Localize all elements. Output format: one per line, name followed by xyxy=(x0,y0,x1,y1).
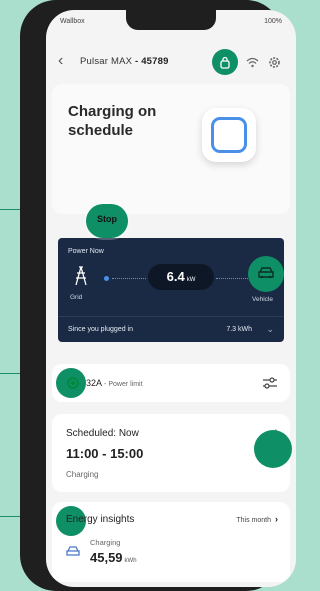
power-readout: 6.4 kW xyxy=(148,264,214,290)
phone-frame: Wallbox 100% ‹ Pulsar MAX - 45789 Chargi… xyxy=(20,0,296,591)
power-value: 6.4 xyxy=(166,269,185,284)
lock-icon xyxy=(220,56,230,69)
charging-status-card: Charging on schedule xyxy=(52,84,290,214)
insights-unit: kWh xyxy=(124,558,137,564)
power-limit-label: Power limit xyxy=(108,381,143,388)
vehicle-label: Vehicle xyxy=(252,296,273,303)
power-limit-card[interactable]: 32A - Power limit xyxy=(52,364,290,402)
car-icon xyxy=(66,546,80,556)
power-unit: kW xyxy=(186,277,196,283)
plugged-in-row[interactable]: Since you plugged in 7.3 kWh ⌄ xyxy=(58,316,284,343)
chevron-right-icon: › xyxy=(275,514,278,524)
battery-label: 100% xyxy=(264,18,282,25)
energy-insights-card[interactable]: Energy insights This month › Charging 45,… xyxy=(52,502,290,582)
sliders-icon[interactable] xyxy=(262,376,278,390)
schedule-highlight xyxy=(254,430,292,468)
power-now-panel: Power Now Grid 6.4 kW Vehicle Since you p… xyxy=(58,238,284,342)
device-id: - 45789 xyxy=(135,56,169,67)
chevron-down-icon: ⌄ xyxy=(266,324,274,334)
flow-indicator xyxy=(104,276,109,281)
insights-sublabel: Charging xyxy=(90,538,121,547)
schedule-time: 11:00 - 15:00 xyxy=(66,446,144,461)
carrier-label: Wallbox xyxy=(60,18,85,25)
gear-icon xyxy=(268,56,280,68)
grid-label: Grid xyxy=(70,294,83,301)
plugged-in-value: 7.3 kWh xyxy=(226,326,252,333)
charger-image xyxy=(202,108,256,162)
nav-icons xyxy=(206,49,286,75)
device-title: Pulsar MAX - 45789 xyxy=(80,56,169,67)
top-nav: ‹ Pulsar MAX - 45789 xyxy=(54,49,288,75)
app-screen: Wallbox 100% ‹ Pulsar MAX - 45789 Chargi… xyxy=(46,10,296,587)
insights-title: Energy insights xyxy=(66,514,135,525)
flow-line-right xyxy=(216,278,248,279)
power-now-label: Power Now xyxy=(68,248,104,255)
stop-button[interactable]: Stop xyxy=(72,206,142,232)
settings-button[interactable] xyxy=(264,52,284,72)
back-chevron-icon[interactable]: ‹ xyxy=(58,53,63,69)
insights-value-row: 45,59 kWh xyxy=(90,550,137,565)
insights-period-selector[interactable]: This month › xyxy=(236,514,278,524)
flow-line-left xyxy=(112,278,146,279)
schedule-status: Charging xyxy=(66,470,99,479)
lock-button[interactable] xyxy=(212,49,238,75)
grid-tower-icon xyxy=(75,266,87,286)
power-limit-icon xyxy=(67,377,79,389)
device-label: Pulsar MAX xyxy=(80,56,133,67)
status-bar: Wallbox 100% xyxy=(60,18,282,30)
vehicle-icon xyxy=(258,267,274,279)
charging-status-title: Charging on schedule xyxy=(68,103,157,139)
power-limit-text: 32A - Power limit xyxy=(86,378,143,388)
power-limit-value: 32A xyxy=(86,378,102,388)
insights-value: 45,59 xyxy=(90,550,123,565)
insights-period: This month xyxy=(236,517,271,524)
wifi-icon xyxy=(246,57,258,67)
schedule-title: Scheduled: Now xyxy=(66,428,139,439)
charger-ring xyxy=(211,117,247,153)
wifi-button[interactable] xyxy=(242,52,262,72)
plugged-in-label: Since you plugged in xyxy=(68,326,133,333)
